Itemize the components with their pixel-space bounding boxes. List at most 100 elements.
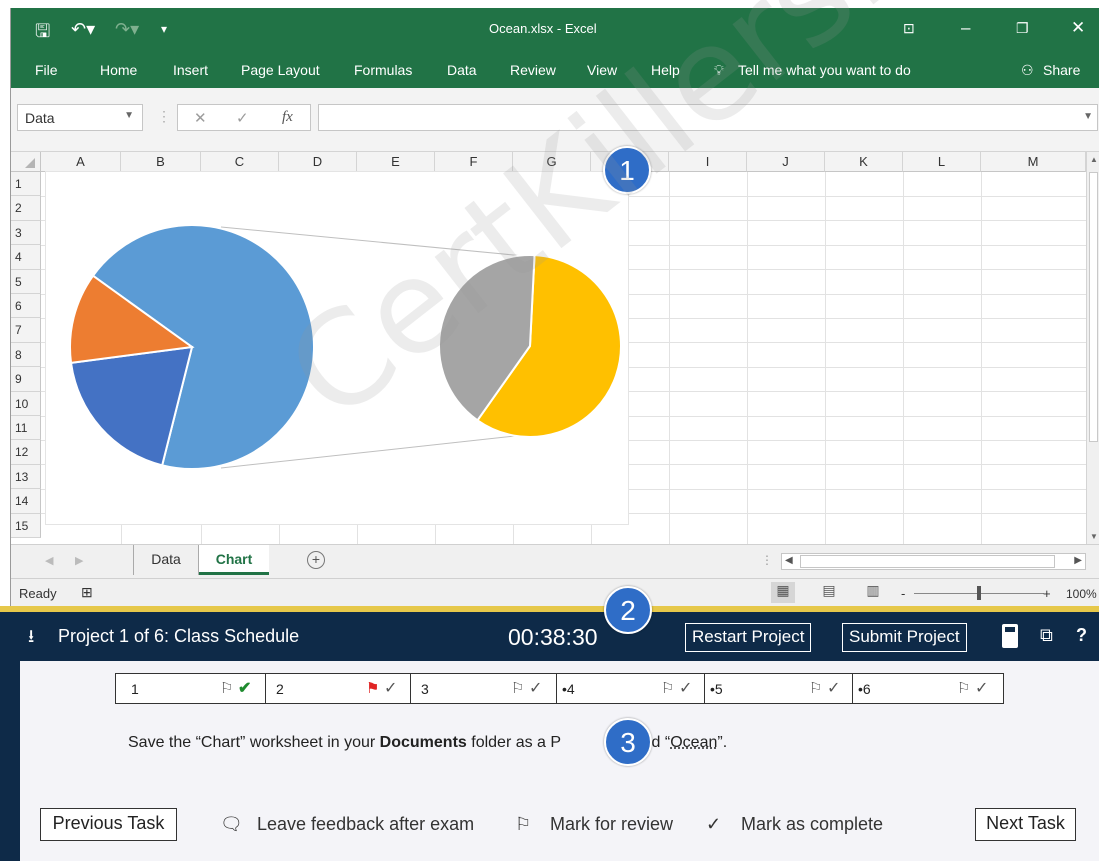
flag-outline-icon[interactable]: ⚐ [661, 679, 674, 697]
column-header-g[interactable]: G [513, 152, 591, 172]
row-header-1[interactable]: 1 [11, 172, 41, 197]
scroll-up-icon[interactable]: ▲ [1090, 155, 1098, 164]
hscroll-thumb[interactable] [800, 555, 1055, 568]
tab-insert[interactable]: Insert [173, 62, 208, 78]
vertical-scrollbar[interactable]: ▲ ▼ [1086, 152, 1099, 544]
scroll-tabs-left-icon[interactable]: ◀ [45, 554, 53, 567]
task-5[interactable]: •5 ⚐ ✓ [705, 674, 853, 703]
row-header-5[interactable]: 5 [11, 269, 41, 294]
tab-help[interactable]: Help [651, 62, 680, 78]
task-1[interactable]: 1 ⚐ ✔ [116, 674, 266, 703]
row-header-12[interactable]: 12 [11, 440, 41, 465]
next-task-button[interactable]: Next Task [975, 808, 1076, 841]
row-header-11[interactable]: 11 [11, 416, 41, 441]
close-icon[interactable]: ✕ [1071, 18, 1085, 38]
column-header-d[interactable]: D [279, 152, 357, 172]
column-header-c[interactable]: C [201, 152, 279, 172]
mark-as-complete-link[interactable]: Mark as complete [741, 814, 883, 835]
share-button[interactable]: Share [1043, 62, 1080, 78]
expand-formula-icon[interactable]: ▼ [1083, 111, 1093, 122]
task-4[interactable]: •4 ⚐ ✓ [557, 674, 705, 703]
row-header-10[interactable]: 10 [11, 391, 41, 416]
submit-project-button[interactable]: Submit Project [842, 623, 967, 652]
row-header-3[interactable]: 3 [11, 220, 41, 246]
row-header-9[interactable]: 9 [11, 367, 41, 392]
row-header-4[interactable]: 4 [11, 245, 41, 270]
restart-project-button[interactable]: Restart Project [685, 623, 812, 652]
zoom-slider-thumb[interactable] [977, 586, 981, 600]
flag-outline-icon[interactable]: ⚐ [515, 814, 531, 835]
normal-view-icon[interactable]: ▦ [771, 582, 795, 603]
name-box[interactable]: Data ▼ [17, 104, 143, 131]
column-header-b[interactable]: B [121, 152, 201, 172]
checkmark-outline-icon[interactable]: ✓ [827, 678, 840, 698]
splitter-icon[interactable]: ⋮ [157, 108, 171, 125]
minimize-icon[interactable]: – [961, 18, 970, 38]
tab-formulas[interactable]: Formulas [354, 62, 412, 78]
undo-icon[interactable]: ↶▾ [71, 19, 95, 40]
flag-outline-icon[interactable]: ⚐ [809, 679, 822, 697]
flag-outline-icon[interactable]: ⚐ [220, 679, 233, 697]
redo-icon[interactable]: ↷▾ [115, 19, 139, 40]
zoom-level[interactable]: 100% [1066, 587, 1097, 601]
help-icon[interactable]: ? [1076, 625, 1087, 646]
tab-review[interactable]: Review [510, 62, 556, 78]
page-layout-view-icon[interactable]: ▤ [817, 582, 841, 603]
task-6[interactable]: •6 ⚐ ✓ [853, 674, 1003, 703]
tab-file[interactable]: File [35, 62, 58, 78]
row-header-8[interactable]: 8 [11, 342, 41, 368]
pin-icon[interactable]: ⭳ [28, 624, 34, 654]
column-header-m[interactable]: M [981, 152, 1086, 172]
chevron-down-icon[interactable]: ▼ [124, 110, 134, 121]
tell-me-search[interactable]: Tell me what you want to do [738, 62, 911, 78]
column-header-a[interactable]: A [41, 152, 121, 172]
macro-record-icon[interactable]: ⊞ [81, 584, 93, 601]
page-break-view-icon[interactable]: ▥ [861, 582, 885, 603]
insert-function-icon[interactable]: fx [282, 109, 293, 126]
flag-outline-icon[interactable]: ⚐ [511, 679, 524, 697]
restore-panel-icon[interactable]: ⧉ [1040, 625, 1053, 646]
column-header-k[interactable]: K [825, 152, 903, 172]
tab-view[interactable]: View [587, 62, 617, 78]
row-header-2[interactable]: 2 [11, 196, 41, 221]
column-header-l[interactable]: L [903, 152, 981, 172]
worksheet-grid[interactable]: A B C D E F G H I J K L M 1 2 3 4 5 6 7 … [11, 152, 1099, 544]
formula-input[interactable]: ▼ [318, 104, 1098, 131]
previous-task-button[interactable]: Previous Task [40, 808, 177, 841]
checkmark-outline-icon[interactable]: ✓ [529, 678, 542, 698]
column-header-e[interactable]: E [357, 152, 435, 172]
column-header-f[interactable]: F [435, 152, 513, 172]
mark-for-review-link[interactable]: Mark for review [550, 814, 673, 835]
row-header-15[interactable]: 15 [11, 513, 41, 538]
tab-home[interactable]: Home [100, 62, 137, 78]
row-header-13[interactable]: 13 [11, 464, 41, 490]
zoom-in-icon[interactable]: + [1043, 586, 1051, 601]
checkmark-outline-icon[interactable]: ✓ [679, 678, 692, 698]
add-sheet-icon[interactable]: + [307, 551, 325, 569]
task-3[interactable]: 3 ⚐ ✓ [411, 674, 557, 703]
pie-of-pie-chart[interactable] [45, 171, 629, 525]
task-2[interactable]: 2 ⚑ ✓ [266, 674, 411, 703]
column-header-j[interactable]: J [747, 152, 825, 172]
cancel-icon[interactable]: ✕ [194, 109, 207, 127]
horizontal-scrollbar[interactable]: ◀ ▶ [781, 553, 1086, 570]
row-header-14[interactable]: 14 [11, 489, 41, 514]
restore-window-icon[interactable]: ❐ [1016, 20, 1029, 37]
scroll-tabs-right-icon[interactable]: ▶ [75, 554, 83, 567]
calculator-icon[interactable] [1002, 624, 1018, 648]
scroll-down-icon[interactable]: ▼ [1090, 532, 1098, 541]
scroll-right-icon[interactable]: ▶ [1074, 555, 1082, 566]
zoom-out-icon[interactable]: - [901, 586, 905, 601]
enter-check-icon[interactable]: ✓ [236, 109, 249, 127]
scroll-left-icon[interactable]: ◀ [785, 555, 793, 566]
instruction-underlined[interactable]: Ocean [670, 734, 717, 751]
tab-page-layout[interactable]: Page Layout [241, 62, 320, 78]
save-icon[interactable]: 🖫 [35, 19, 50, 49]
flag-filled-icon[interactable]: ⚑ [366, 679, 379, 697]
tab-data[interactable]: Data [447, 62, 477, 78]
sheet-tab-data[interactable]: Data [133, 545, 199, 575]
sheet-tab-chart[interactable]: Chart [199, 545, 269, 575]
row-header-7[interactable]: 7 [11, 318, 41, 343]
flag-outline-icon[interactable]: ⚐ [957, 679, 970, 697]
checkmark-outline-icon[interactable]: ✓ [975, 678, 988, 698]
